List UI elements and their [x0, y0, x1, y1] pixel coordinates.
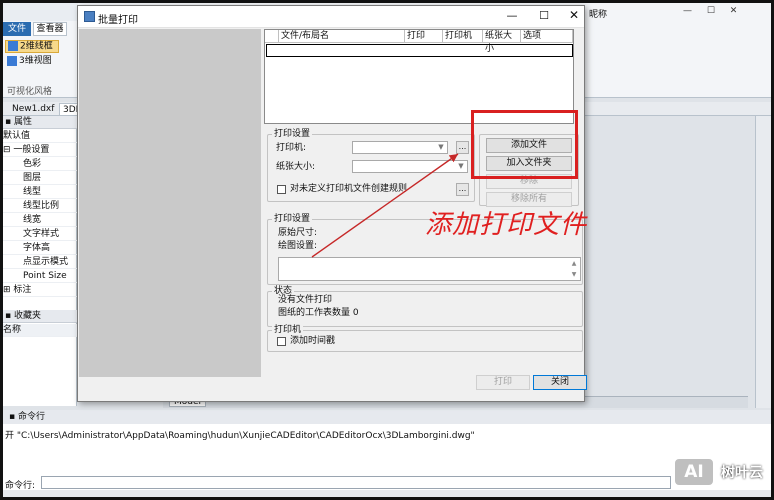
table-corner: [265, 30, 279, 43]
properties-header: ▪ 属性: [3, 116, 77, 129]
command-header: ▪ 命令行: [3, 410, 771, 424]
cube-icon: [7, 55, 17, 66]
status-no-files: 没有文件打印: [278, 295, 333, 305]
highlight-box: [471, 110, 578, 179]
chevron-down-icon: ▼: [438, 143, 444, 151]
view-3d-button[interactable]: 3维视图: [5, 55, 59, 68]
title-bar-right: [588, 3, 771, 21]
wireframe-2d-button[interactable]: 2维线框: [5, 40, 59, 53]
column-header-paper[interactable]: 纸张大小: [483, 30, 521, 54]
window-controls-icon[interactable]: — ☐ ✕: [683, 6, 743, 16]
status-bar: [3, 490, 771, 497]
create-rule-label: 对未定义打印机文件创建规则: [290, 184, 408, 194]
property-group-general[interactable]: ⊟ 一般设置: [3, 144, 77, 157]
column-header-print[interactable]: 打印: [405, 30, 443, 43]
printer-label: 打印机:: [276, 143, 307, 153]
rule-browse-button[interactable]: ...: [456, 183, 469, 196]
chevron-down-icon: ▼: [458, 162, 464, 170]
printer-select[interactable]: ▼: [352, 141, 448, 154]
visual-style-group-label: 可视化风格: [7, 87, 53, 97]
column-header-printer[interactable]: 打印机: [443, 30, 483, 43]
add-timestamp-checkbox[interactable]: [277, 337, 286, 346]
command-history-line: 开 "C:\Users\Administrator\AppData\Roamin…: [5, 431, 475, 441]
printer-browse-button[interactable]: ...: [456, 141, 469, 154]
table-row[interactable]: [266, 44, 573, 57]
property-row[interactable]: 文字样式: [3, 228, 77, 241]
wireframe-2d-label: 2维线框: [20, 41, 53, 52]
command-input[interactable]: [41, 476, 671, 489]
paper-size-select[interactable]: ▼: [352, 160, 468, 173]
close-icon[interactable]: ✕: [564, 8, 584, 24]
watermark-text: 树叶云: [721, 465, 763, 481]
property-group-annotation[interactable]: ⊞ 标注: [3, 284, 77, 297]
column-header-file[interactable]: 文件/布局名: [279, 30, 405, 43]
view-3d-label: 3维视图: [19, 56, 52, 66]
drawing-settings-textarea[interactable]: [278, 257, 581, 281]
add-timestamp-label: 添加时间戳: [290, 336, 336, 346]
original-size-label: 原始尺寸:: [278, 228, 318, 238]
minimize-icon[interactable]: —: [502, 9, 522, 25]
properties-panel: ▪ 属性 默认值 ⊟ 一般设置 色彩 图层 线型 线型比例 线宽 文字样式 字体…: [3, 116, 77, 406]
maximize-icon[interactable]: ☐: [534, 9, 554, 25]
print-settings-legend: 打印设置: [272, 129, 313, 140]
watermark-logo: AI: [673, 457, 715, 487]
status-sheet-count: 图纸的工作表数量 0: [278, 308, 359, 318]
drawing-settings-label: 绘图设置:: [278, 241, 318, 251]
close-button[interactable]: 关闭: [533, 375, 587, 390]
printer-icon: [84, 11, 95, 22]
property-row[interactable]: 点显示模式: [3, 256, 77, 269]
settings-scroll-icon[interactable]: ▲ ▼: [568, 258, 580, 280]
preview-panel: [79, 29, 261, 377]
doc-tab-new1[interactable]: New1.dxf: [9, 103, 57, 116]
print-settings-detail-legend: 打印设置: [272, 214, 313, 225]
ribbon-tab-file[interactable]: 文件: [3, 22, 31, 36]
property-row[interactable]: 色彩: [3, 158, 77, 171]
property-row[interactable]: 字体高: [3, 242, 77, 255]
property-row[interactable]: 线型: [3, 186, 77, 199]
property-row[interactable]: 线宽: [3, 214, 77, 227]
property-row[interactable]: Point Size: [3, 270, 77, 283]
dialog-title: 批量打印: [98, 15, 138, 26]
paper-size-label: 纸张大小:: [276, 162, 316, 172]
property-row[interactable]: 线型比例: [3, 200, 77, 213]
title-bar-left: [3, 3, 78, 21]
property-row[interactable]: 图层: [3, 172, 77, 185]
create-rule-checkbox[interactable]: [277, 185, 286, 194]
column-header-options[interactable]: 选项: [521, 30, 573, 43]
annotation-text: 添加打印文件: [425, 210, 588, 240]
printer-options-legend: 打印机: [272, 325, 304, 336]
favorites-name-column[interactable]: 名称: [3, 324, 77, 337]
print-button[interactable]: 打印: [476, 375, 530, 390]
ribbon-tab-viewer[interactable]: 查看器: [33, 22, 67, 36]
property-default[interactable]: 默认值: [3, 130, 77, 143]
nickname-label: 昵称: [589, 10, 608, 20]
vertical-scrollbar[interactable]: [755, 116, 771, 408]
favorites-header: ▪ 收藏夹: [3, 310, 77, 323]
wireframe-icon: [8, 41, 18, 51]
